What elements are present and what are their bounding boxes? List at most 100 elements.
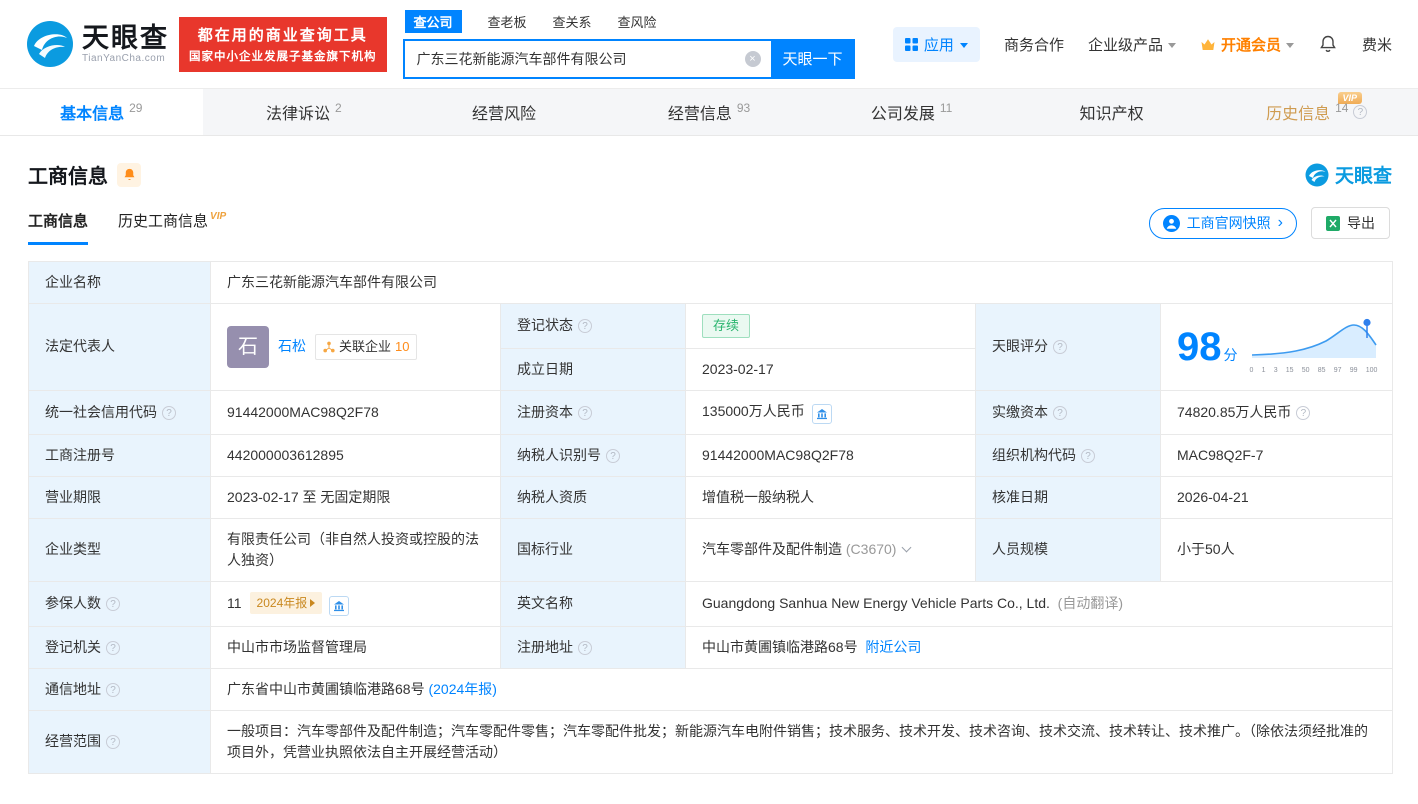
score-axis: 0 1 3 15 50 85 97 99 100 bbox=[1249, 367, 1378, 374]
search-tab-risk[interactable]: 查风险 bbox=[618, 12, 657, 31]
help-icon[interactable]: ? bbox=[162, 405, 176, 420]
tab-company-development[interactable]: 公司发展 11 bbox=[810, 89, 1013, 135]
help-icon[interactable]: ? bbox=[578, 405, 592, 420]
clear-search-icon[interactable]: × bbox=[744, 50, 761, 67]
apps-menu-button[interactable]: 应用 bbox=[892, 26, 980, 62]
official-snapshot-button[interactable]: 工商官网快照 › bbox=[1148, 207, 1297, 239]
tianyancha-logo[interactable]: 天眼查 TianYanCha.com bbox=[26, 20, 169, 68]
table-row: 企业类型 有限责任公司（非自然人投资或控股的法人独资） 国标行业 汽车零部件及配… bbox=[28, 517, 1394, 582]
table-row: 通信地址? 广东省中山市黄圃镇临港路68号 (2024年报) bbox=[28, 667, 1394, 711]
label-company-name: 企业名称 bbox=[28, 261, 211, 304]
export-button[interactable]: 导出 bbox=[1311, 207, 1390, 239]
logo-subtitle: TianYanCha.com bbox=[82, 52, 166, 64]
search-tab-relation[interactable]: 查关系 bbox=[553, 12, 592, 31]
reg-address-value: 中山市黄圃镇临港路68号 附近公司 bbox=[684, 625, 1394, 669]
related-companies-badge[interactable]: 关联企业 10 bbox=[315, 334, 418, 360]
label-org-code: 组织机构代码? bbox=[975, 433, 1161, 477]
company-name-value: 广东三花新能源汽车部件有限公司 bbox=[209, 261, 1394, 304]
notification-bell-button[interactable] bbox=[1318, 34, 1338, 54]
label-taxpayer-id: 纳税人识别号? bbox=[500, 433, 686, 477]
approval-date-value: 2026-04-21 bbox=[1159, 475, 1394, 519]
capital-detail-icon[interactable] bbox=[811, 403, 832, 424]
tab-basic-info[interactable]: 基本信息 29 bbox=[0, 89, 203, 135]
business-term-value: 2023-02-17 至 无固定期限 bbox=[210, 475, 501, 519]
label-staff-size: 人员规模 bbox=[975, 517, 1161, 582]
tab-operation-risk[interactable]: 经营风险 bbox=[405, 89, 608, 135]
tab-intellectual-property[interactable]: 知识产权 bbox=[1013, 89, 1216, 135]
tab-business-info[interactable]: 经营信息 93 bbox=[608, 89, 811, 135]
nav-enterprise-products[interactable]: 企业级产品 bbox=[1088, 34, 1176, 55]
user-menu[interactable]: 费米 bbox=[1362, 34, 1392, 55]
label-approval-date: 核准日期 bbox=[975, 475, 1161, 519]
help-icon[interactable]: ? bbox=[106, 597, 120, 611]
slogan-banner: 都在用的商业查询工具 国家中小企业发展子基金旗下机构 bbox=[179, 16, 387, 72]
help-icon[interactable]: ? bbox=[578, 319, 592, 334]
label-company-type: 企业类型 bbox=[28, 517, 211, 582]
header-nav: 应用 商务合作 企业级产品 开通会员 费米 bbox=[892, 26, 1392, 62]
subtab-business-info[interactable]: 工商信息 bbox=[28, 210, 89, 245]
reg-capital-value: 135000万人民币 bbox=[685, 389, 976, 435]
subtab-history-business-info[interactable]: 历史工商信息 VIP bbox=[118, 210, 226, 245]
help-icon[interactable]: ? bbox=[1053, 340, 1067, 355]
table-row: 企业名称 广东三花新能源汽车部件有限公司 bbox=[28, 261, 1394, 304]
tianyancha-logo-icon bbox=[27, 21, 73, 67]
search-tab-boss[interactable]: 查老板 bbox=[488, 12, 527, 31]
chevron-down-icon bbox=[1167, 42, 1176, 48]
help-icon[interactable]: ? bbox=[106, 682, 120, 697]
search-tab-company[interactable]: 查公司 bbox=[404, 9, 462, 33]
search-input[interactable] bbox=[402, 38, 771, 79]
score-unit: 分 bbox=[1223, 346, 1238, 363]
label-reg-status: 登记状态? bbox=[500, 303, 686, 349]
capital-detail-icon[interactable] bbox=[329, 595, 350, 616]
legal-rep-name-link[interactable]: 石松 bbox=[278, 336, 306, 357]
subtab-row: 工商信息 历史工商信息 VIP 工商官网快照 › 导出 bbox=[28, 207, 1390, 245]
tianyancha-score-cell[interactable]: 98 分 0 1 3 15 50 85 97 99 100 bbox=[1159, 303, 1394, 391]
help-icon[interactable]: ? bbox=[606, 448, 620, 463]
tab-legal-lawsuits[interactable]: 法律诉讼 2 bbox=[203, 89, 406, 135]
reg-authority-value: 中山市市场监督管理局 bbox=[210, 625, 501, 669]
help-icon[interactable]: ? bbox=[106, 640, 120, 655]
vip-badge: VIP bbox=[210, 211, 227, 222]
nav-open-vip[interactable]: 开通会员 bbox=[1200, 34, 1294, 55]
help-icon[interactable]: ? bbox=[1053, 405, 1067, 420]
help-icon[interactable]: ? bbox=[1296, 405, 1311, 420]
label-legal-rep: 法定代表人 bbox=[28, 303, 211, 391]
section-header: 工商信息 天眼查 bbox=[28, 160, 1392, 189]
table-row: 参保人数? 11 2024年报 英文名称 Guangdong Sanhua New… bbox=[28, 580, 1394, 627]
network-icon bbox=[323, 341, 335, 353]
business-scope-value: 一般项目：汽车零部件及配件制造；汽车零配件零售；汽车零配件批发；新能源汽车电附件… bbox=[209, 709, 1394, 774]
help-icon[interactable]: ? bbox=[106, 735, 120, 749]
nav-cooperation[interactable]: 商务合作 bbox=[1004, 34, 1064, 55]
section-title: 工商信息 bbox=[28, 166, 108, 188]
staff-size-value: 小于50人 bbox=[1159, 517, 1394, 582]
taxpayer-quality-value: 增值税一般纳税人 bbox=[685, 475, 976, 519]
label-industry: 国标行业 bbox=[500, 517, 686, 582]
help-icon[interactable]: ? bbox=[1353, 105, 1368, 119]
tianyancha-watermark: 天眼查 bbox=[1305, 161, 1392, 188]
search-button[interactable]: 天眼一下 bbox=[770, 38, 855, 79]
nearby-companies-link[interactable]: 附近公司 bbox=[865, 639, 921, 655]
score-value: 98 bbox=[1177, 324, 1222, 369]
tab-history-info[interactable]: VIP 历史信息 14 ? bbox=[1215, 89, 1418, 135]
table-row: 法定代表人 石 石松 关联企业 10 登记状态? 存续 天眼评分 ? 98 分 … bbox=[28, 303, 1394, 391]
legal-rep-avatar[interactable]: 石 bbox=[227, 325, 269, 368]
annual-report-link[interactable]: (2024年报) bbox=[428, 681, 496, 697]
label-reg-number: 工商注册号 bbox=[28, 433, 211, 477]
paid-capital-value: 74820.85万人民币? bbox=[1159, 389, 1394, 435]
help-icon[interactable]: ? bbox=[578, 640, 592, 655]
credit-code-value: 91442000MAC98Q2F78 bbox=[210, 389, 501, 435]
arrow-right-icon bbox=[310, 598, 316, 607]
annual-report-badge[interactable]: 2024年报 bbox=[249, 591, 323, 614]
status-badge: 存续 bbox=[702, 314, 751, 338]
search-tabs: 查公司 查老板 查关系 查风险 bbox=[404, 9, 855, 33]
help-icon[interactable]: ? bbox=[1081, 448, 1095, 463]
label-english-name: 英文名称 bbox=[500, 580, 686, 627]
industry-value: 汽车零部件及配件制造 (C3670) bbox=[685, 517, 976, 582]
mail-address-value: 广东省中山市黄圃镇临港路68号 (2024年报) bbox=[209, 667, 1394, 711]
label-credit-code: 统一社会信用代码? bbox=[28, 389, 211, 435]
chevron-down-icon[interactable] bbox=[902, 542, 912, 553]
slogan-line2: 国家中小企业发展子基金旗下机构 bbox=[189, 50, 377, 63]
chevron-down-icon bbox=[959, 42, 968, 48]
subscribe-bell-icon[interactable] bbox=[117, 162, 141, 187]
label-reg-capital: 注册资本? bbox=[500, 389, 686, 435]
